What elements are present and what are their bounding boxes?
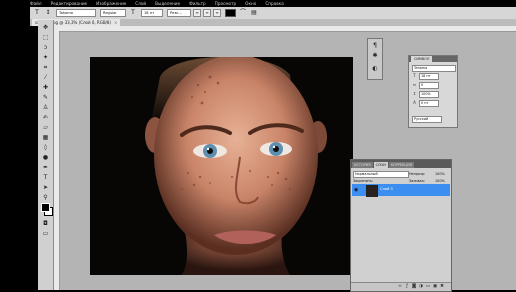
fill-value[interactable]: 100% — [435, 179, 445, 183]
orientation-toggle-icon[interactable]: ↕ — [44, 9, 52, 17]
paragraph-icon[interactable]: ¶ — [371, 42, 379, 50]
character-panel: СИМВОЛ Tahoma T 18 пт ⇔ 0 ↕ 100% A 0 пт … — [408, 55, 458, 128]
zoom-icon[interactable]: ⚲ — [41, 194, 50, 202]
font-style-select[interactable]: Regular — [100, 9, 126, 17]
new-layer-icon[interactable]: ▣ — [432, 284, 438, 290]
marquee-icon[interactable]: ⬚ — [41, 34, 50, 42]
font-size-icon: T — [131, 9, 135, 16]
screen-mode-icon[interactable]: ▭ — [41, 230, 50, 238]
styles-icon[interactable]: ◐ — [371, 65, 379, 73]
menu-help[interactable]: Справка — [265, 1, 283, 6]
opacity-label: Непрозр: — [409, 172, 426, 176]
menu-layer[interactable]: Слой — [135, 1, 146, 6]
opacity-value[interactable]: 100% — [435, 172, 445, 176]
menu-edit[interactable]: Редактирование — [51, 1, 88, 6]
document-tab-bar: sadbluo.jpg @ 33,3% (Слой 0, RGB/8) × — [30, 19, 516, 26]
crop-icon[interactable]: ⌗ — [41, 64, 50, 72]
char-tracking-field[interactable]: 0 — [419, 82, 439, 89]
tab-adjustments[interactable]: КОРРЕКЦИЯ — [388, 162, 414, 168]
group-icon[interactable]: ▭ — [425, 284, 431, 290]
pen-icon[interactable]: ✒ — [41, 164, 50, 172]
warp-text-icon[interactable]: ⌒ — [239, 9, 247, 17]
menu-bar: Файл Редактирование Изображение Слой Выд… — [30, 0, 516, 7]
layer-name[interactable]: Слой 0 — [380, 187, 393, 191]
antialias-select[interactable]: Резк... — [167, 9, 191, 17]
character-panel-icon[interactable]: ▤ — [250, 9, 258, 17]
character-panel-tabbar: СИМВОЛ — [409, 56, 457, 62]
layer-thumbnail — [366, 185, 378, 197]
lock-label: Закрепить: — [353, 179, 374, 183]
adjustments-icon[interactable]: ✱ — [371, 52, 379, 60]
eyedropper-icon[interactable]: ⁄ — [41, 74, 50, 82]
menu-select[interactable]: Выделение — [155, 1, 180, 6]
move-icon[interactable]: ✥ — [41, 24, 50, 32]
blend-mode-select[interactable]: Нормальный — [353, 171, 409, 178]
tab-layers[interactable]: СЛОИ — [373, 162, 388, 168]
font-family-select[interactable]: Tahoma — [56, 9, 96, 17]
align-right-icon[interactable]: ≡ — [213, 9, 221, 17]
char-scale-field[interactable]: 100% — [419, 91, 439, 98]
char-size-field[interactable]: 18 пт — [419, 73, 439, 80]
layers-panel-tabbar: ИСТОРИЯ СЛОИ КОРРЕКЦИЯ — [351, 160, 451, 168]
layer-row[interactable]: ◉ Слой 0 — [352, 184, 450, 197]
clone-stamp-icon[interactable]: ♙ — [41, 104, 50, 112]
char-baseline-field[interactable]: 0 пт — [419, 100, 439, 107]
menu-file[interactable]: Файл — [30, 1, 42, 6]
brush-icon[interactable]: ✎ — [41, 94, 50, 102]
menu-view[interactable]: Просмотр — [215, 1, 237, 6]
type-icon[interactable]: T — [41, 174, 50, 182]
type-tool-icon[interactable]: T — [33, 9, 41, 17]
char-font-field[interactable]: Tahoma — [412, 65, 456, 72]
align-center-icon[interactable]: ≡ — [203, 9, 211, 17]
menu-window[interactable]: Окно — [245, 1, 256, 6]
dodge-icon[interactable]: ● — [41, 154, 50, 162]
healing-brush-icon[interactable]: ✚ — [41, 84, 50, 92]
foreground-color-swatch[interactable] — [41, 203, 50, 212]
layers-panel: ИСТОРИЯ СЛОИ КОРРЕКЦИЯ Нормальный Непроз… — [350, 159, 452, 292]
history-brush-icon[interactable]: ✍ — [41, 114, 50, 122]
link-layers-icon[interactable]: ∞ — [397, 284, 403, 290]
text-color-swatch[interactable] — [225, 9, 236, 17]
align-left-icon[interactable]: ≡ — [193, 9, 201, 17]
layer-mask-icon[interactable]: ◙ — [411, 284, 417, 290]
eraser-icon[interactable]: ▱ — [41, 124, 50, 132]
visibility-eye-icon[interactable]: ◉ — [354, 187, 358, 193]
toolbox: ✥ ⬚ ↄ ✦ ⌗ ⁄ ✚ ✎ ♙ ✍ ▱ ▦ ◊ ● ✒ T ➤ ⚲ ◘ ▭ — [38, 20, 54, 290]
layer-style-icon[interactable]: ƒ — [404, 284, 410, 290]
collapsed-panel-strip: ¶ ✱ ◐ — [367, 38, 383, 80]
magic-wand-icon[interactable]: ✦ — [41, 54, 50, 62]
tab-history[interactable]: ИСТОРИЯ — [352, 162, 373, 168]
close-icon[interactable]: × — [114, 20, 117, 25]
fill-label: Заливка: — [409, 179, 425, 183]
font-size-select[interactable]: 18 пт — [141, 9, 163, 17]
baseline-icon: A — [413, 100, 416, 105]
tab-character[interactable]: СИМВОЛ — [411, 56, 433, 62]
blur-icon[interactable]: ◊ — [41, 144, 50, 152]
vertical-scale-icon: ↕ — [412, 91, 417, 96]
font-size-icon: T — [413, 73, 416, 78]
adjustment-layer-icon[interactable]: ◑ — [418, 284, 424, 290]
canvas-image[interactable] — [90, 57, 353, 275]
menu-image[interactable]: Изображение — [96, 1, 126, 6]
char-language-select[interactable]: Русский — [412, 116, 442, 123]
path-select-icon[interactable]: ➤ — [41, 184, 50, 192]
menu-filter[interactable]: Фильтр — [189, 1, 206, 6]
lasso-icon[interactable]: ↄ — [41, 44, 50, 52]
gradient-icon[interactable]: ▦ — [41, 134, 50, 142]
trash-icon[interactable]: ✖ — [439, 284, 445, 290]
quick-mask-icon[interactable]: ◘ — [41, 220, 50, 228]
tracking-icon: ⇔ — [412, 82, 417, 87]
